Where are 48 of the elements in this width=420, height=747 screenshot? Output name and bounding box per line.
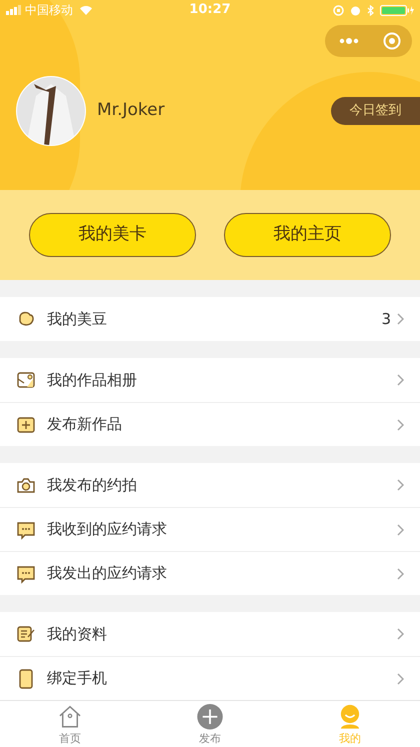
check-in-button[interactable]: 今日签到 [331,97,420,125]
card-button[interactable]: 我的美卡 [29,213,196,257]
carrier-name: 中国移动 [25,2,73,19]
clock-time: 10:27 [189,1,231,20]
menu-label: 我发布的约拍 [47,474,137,496]
tab-label: 发布 [199,730,221,746]
menu-label: 我的作品相册 [47,370,137,391]
tab-item[interactable]: 首页 [0,701,140,747]
menu-label: 我的资料 [47,624,107,645]
menu-item[interactable]: 我发出的应约请求 [0,551,420,595]
menu-item[interactable]: 发布新作品 [0,402,420,446]
menu-label: 我发出的应约请求 [47,563,167,584]
add-icon [196,704,224,730]
menu-label: 绑定手机 [47,668,107,690]
chevron-right-icon [397,313,404,325]
chevron-right-icon [397,418,404,430]
menu-item[interactable]: 我的美豆 3 [0,297,420,341]
menu-item[interactable]: 我的资料 [0,612,420,656]
tab-label: 我的 [339,730,361,746]
wifi-icon [79,5,93,15]
menu-label: 我的美豆 [47,308,107,330]
battery-icon [380,4,414,16]
user-name: Mr.Joker [97,99,165,122]
picture-frame-icon [16,370,36,390]
lock-rotation-icon [333,4,344,16]
count-value: 3 [381,308,391,330]
chevron-right-icon [397,672,404,684]
chevron-right-icon [397,524,404,536]
chevron-right-icon [397,479,404,491]
chat-bubble-icon [16,520,36,540]
menu-item[interactable]: 我的作品相册 [0,358,420,402]
bluetooth-icon [367,4,374,16]
chat-bubble-icon [16,564,36,584]
plus-square-icon [16,414,36,434]
menu-label: 我收到的应约请求 [47,519,167,540]
card-button[interactable]: 我的主页 [224,213,391,257]
menu-label: 发布新作品 [47,414,122,436]
chevron-right-icon [397,374,404,386]
close-icon[interactable] [383,32,401,50]
note-pencil-icon [16,624,36,644]
menu-item[interactable]: 我收到的应约请求 [0,507,420,551]
chevron-right-icon [397,568,404,580]
menu-item[interactable]: 我发布的约拍 [0,463,420,507]
signal-icon [6,5,22,15]
chevron-right-icon [397,628,404,640]
more-icon[interactable] [339,38,359,44]
tab-label: 首页 [59,730,81,746]
tab-item[interactable]: 发布 [140,701,280,747]
